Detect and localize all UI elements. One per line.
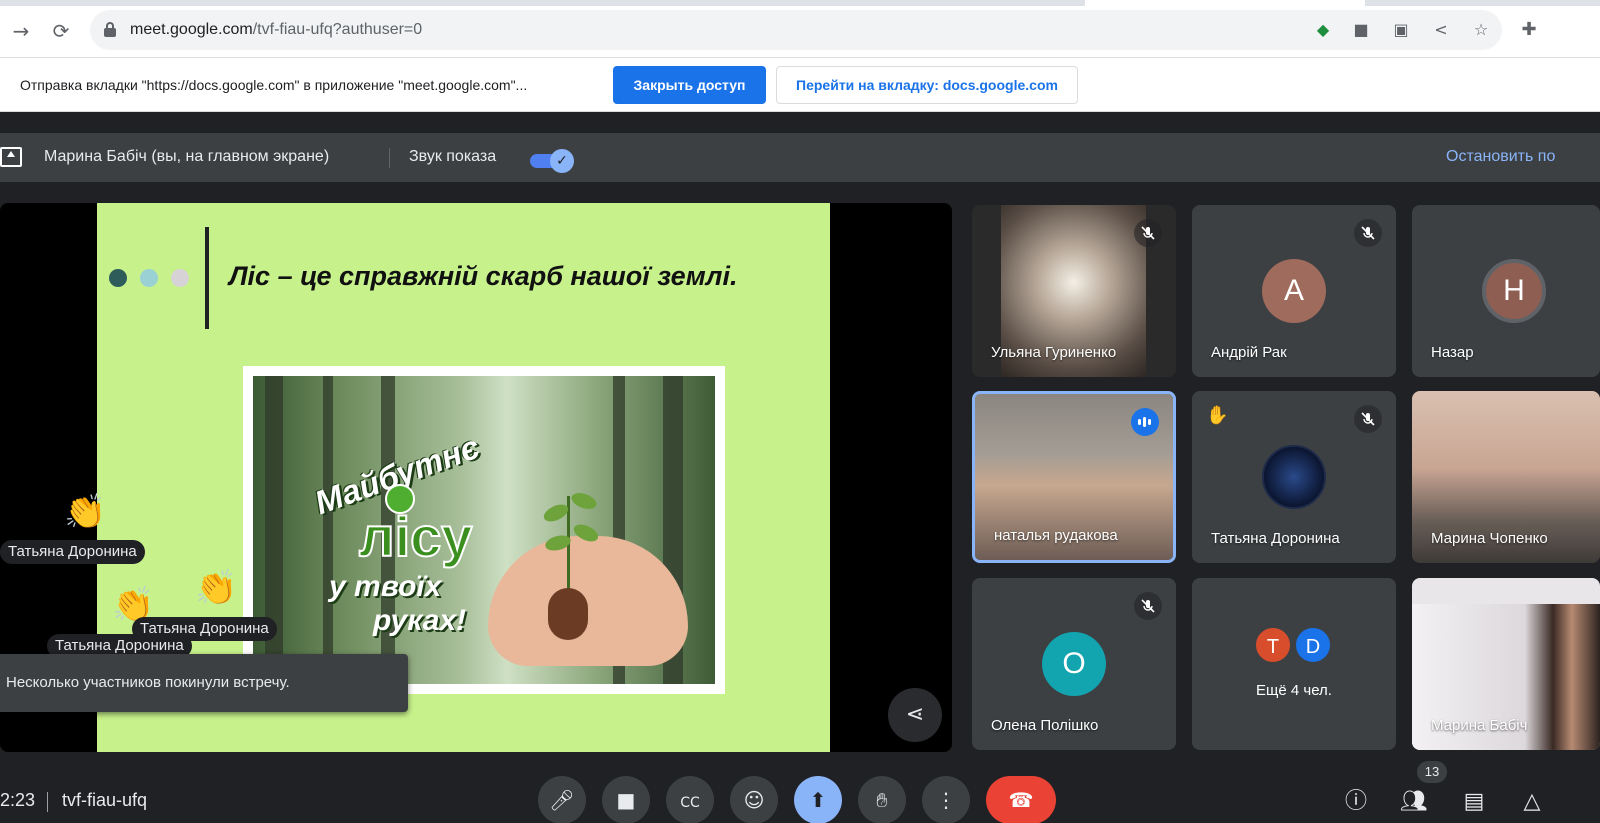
translate-icon[interactable]: ▣ [1390, 19, 1412, 41]
participant-tile[interactable]: Н Назар [1412, 205, 1600, 377]
participant-tile[interactable]: наталья рудакова [972, 391, 1176, 563]
participant-tile[interactable]: Марина Чопенко [1412, 391, 1600, 563]
participant-name: Андрій Рак [1211, 344, 1287, 361]
presenter-name: Марина Бабіч (вы, на главном экране) [44, 148, 330, 165]
share-icon[interactable]: ⋖ [888, 688, 942, 742]
forest-poster-image: Майбутнє лісу у твоїх руках! [243, 366, 725, 694]
dot [109, 269, 127, 287]
hangup-icon: ☎ [1008, 788, 1034, 812]
camera-button[interactable]: ■ [602, 776, 650, 823]
reload-icon[interactable]: ⟳ [50, 20, 72, 42]
star-icon[interactable]: ☆ [1470, 19, 1492, 41]
participant-tile[interactable]: О Олена Полішко [972, 578, 1176, 750]
mic-icon: 🎤︎ [549, 788, 575, 812]
stop-presenting-link[interactable]: Остановить по [1446, 148, 1555, 166]
avatar [1262, 445, 1326, 509]
avatar: D [1294, 626, 1332, 664]
captions-button[interactable]: CC [666, 776, 714, 823]
notification-toast: Несколько участников покинули встречу. [0, 654, 408, 712]
more-vert-icon: ⋮ [936, 788, 956, 812]
dot [140, 269, 158, 287]
participant-name: Марина Бабіч [1431, 717, 1528, 734]
participant-name: наталья рудакова [994, 527, 1118, 544]
leave-call-button[interactable]: ☎ [986, 776, 1056, 823]
participant-name: Ульяна Гуриненко [991, 344, 1117, 361]
present-screen-icon [0, 147, 22, 167]
extensions-icon[interactable]: ✚ [1518, 19, 1540, 41]
present-button[interactable]: ⬆ [794, 776, 842, 823]
divider [0, 113, 1600, 133]
people-icon[interactable]: 👥︎ [1400, 788, 1428, 816]
poster-line2: лісу [358, 504, 473, 569]
divider-line [205, 227, 209, 329]
raise-hand-button[interactable]: ✋︎ [858, 776, 906, 823]
participant-name: Назар [1431, 344, 1474, 361]
hand-icon: ✋︎ [876, 788, 888, 812]
activities-icon[interactable]: △ [1518, 788, 1546, 816]
avatar: Т [1254, 626, 1292, 664]
poster-line3: у твоїх [329, 570, 442, 603]
mic-off-icon [1134, 219, 1162, 247]
participant-tile[interactable]: Марина Бабіч [1412, 578, 1600, 750]
more-count: Ещё 4 чел. [1256, 682, 1332, 699]
check-icon: ✓ [550, 149, 574, 173]
tab-strip [0, 0, 1600, 6]
participant-tile[interactable]: А Андрій Рак [1192, 205, 1396, 377]
participant-tile[interactable]: Ульяна Гуриненко [972, 205, 1176, 377]
share-icon[interactable]: < [1430, 19, 1452, 41]
clap-reaction-icon: 👏 [64, 492, 107, 532]
avatar: О [1042, 632, 1106, 696]
camera-icon: ■ [616, 788, 636, 812]
divider [47, 792, 48, 812]
mic-off-icon [1354, 219, 1382, 247]
dot [171, 269, 189, 287]
poster-line4: руках! [373, 604, 467, 637]
captions-icon: CC [680, 795, 700, 811]
avatar: Н [1482, 259, 1546, 323]
address-bar[interactable]: meet.google.com/tvf-fiau-ufq?authuser=0 … [90, 10, 1502, 50]
reaction-name: Татьяна Доронина [0, 540, 145, 564]
meet-extension-icon[interactable]: ◆ [1312, 19, 1334, 41]
camera-icon[interactable]: ■ [1350, 19, 1372, 41]
switch-tab-button[interactable]: Перейти на вкладку: docs.google.com [776, 66, 1078, 104]
chat-icon[interactable]: ▤ [1460, 788, 1488, 816]
raised-hand-icon: ✋ [1206, 405, 1229, 426]
speaking-icon [1131, 408, 1159, 436]
reactions-button[interactable]: ☺ [730, 776, 778, 823]
back-icon[interactable]: → [10, 20, 32, 42]
divider [389, 148, 390, 168]
participant-name: Марина Чопенко [1431, 530, 1548, 547]
infobar-message: Отправка вкладки "https://docs.google.co… [20, 77, 528, 93]
sound-label: Звук показа [409, 148, 497, 165]
presenting-bar: Марина Бабіч (вы, на главном экране) Зву… [0, 133, 1600, 182]
present-icon: ⬆ [809, 788, 827, 812]
participant-tile[interactable]: ✋ Татьяна Доронина [1192, 391, 1396, 563]
more-options-button[interactable]: ⋮ [922, 776, 970, 823]
url-text[interactable]: meet.google.com/tvf-fiau-ufq?authuser=0 [130, 21, 422, 39]
active-tab[interactable] [1085, 0, 1365, 6]
emoji-icon: ☺ [743, 788, 765, 812]
mic-off-icon [1354, 405, 1382, 433]
toast-text: Несколько участников покинули встречу. [6, 674, 290, 691]
poster-text: Майбутнє лісу у твоїх руках! [293, 428, 523, 668]
sound-toggle[interactable]: ✓ [530, 149, 574, 173]
people-count-badge: 13 [1417, 761, 1447, 783]
meeting-code: tvf-fiau-ufq [62, 790, 148, 810]
meeting-controls-bar: 2:23 tvf-fiau-ufq 🎤︎ ■ CC ☺ ⬆ ✋︎ ⋮ ☎ ⓘ 👥… [0, 752, 1600, 823]
avatar: А [1262, 259, 1326, 323]
info-icon[interactable]: ⓘ [1342, 788, 1370, 816]
participant-name: Татьяна Доронина [1211, 530, 1340, 547]
browser-toolbar: → ⟳ meet.google.com/tvf-fiau-ufq?authuse… [0, 0, 1600, 58]
lock-icon[interactable] [104, 22, 116, 37]
participant-name: Олена Полішко [991, 717, 1099, 734]
mic-off-icon [1134, 592, 1162, 620]
slide-title: Ліс – це справжній скарб нашої землі. [229, 261, 738, 291]
mic-button[interactable]: 🎤︎ [538, 776, 586, 823]
clap-reaction-icon: 👏 [195, 568, 238, 608]
clock: 2:23 [0, 790, 36, 810]
stop-sharing-button[interactable]: Закрыть доступ [613, 66, 766, 104]
more-participants-tile[interactable]: Т D Ещё 4 чел. [1192, 578, 1396, 750]
